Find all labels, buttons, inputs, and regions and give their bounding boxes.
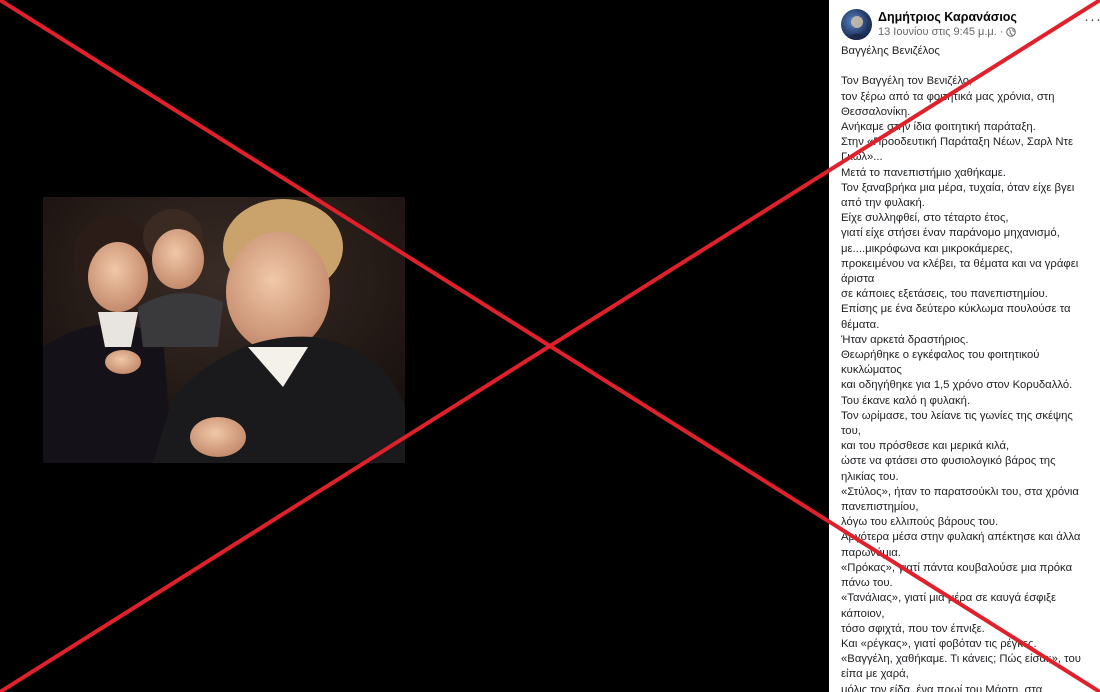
post-text-line: πάνω του. bbox=[841, 577, 893, 590]
post-text-line: Θεσσαλονίκη. bbox=[841, 105, 911, 118]
post-text-line: Αργότερα μέσα στην φυλακή απέκτησε και ά… bbox=[841, 531, 1081, 544]
post-text-line: Και «ρέγκας», γιατί φοβόταν τις ρέγκες. bbox=[841, 637, 1037, 650]
post-text-line: Στην «Προοδευτική Παράταξη Νέων, Σαρλ Ντ… bbox=[841, 136, 1074, 149]
post-text-line: «Πρόκας», γιατί πάντα κουβαλούσε μια πρό… bbox=[841, 561, 1073, 574]
post-meta: 13 Ιουνίου στις 9:45 μ.μ. · bbox=[878, 26, 1017, 38]
post-title: Βαγγέλης Βενιζέλος bbox=[841, 45, 940, 57]
more-options-icon[interactable]: ··· bbox=[1083, 12, 1100, 33]
photo-viewer bbox=[0, 0, 829, 692]
post-text-line: με....μικρόφωνα και μικροκάμερες, bbox=[841, 242, 1013, 255]
post-text-line: Είχε συλληφθεί, στο τέταρτο έτος, bbox=[841, 212, 1009, 225]
post-body: Βαγγέλης Βενιζέλος Τον Βαγγέλη τον Βενιζ… bbox=[841, 44, 1099, 692]
post-sidebar: Δημήτριος Καρανάσιος 13 Ιουνίου στις 9:4… bbox=[829, 0, 1100, 692]
post-text-line: Μετά το πανεπιστήμιο χαθήκαμε. bbox=[841, 166, 1006, 179]
post-text-line: ηλικίας του. bbox=[841, 470, 899, 483]
author-name[interactable]: Δημήτριος Καρανάσιος bbox=[878, 10, 1017, 24]
post-text-line: Επίσης με ένα δεύτερο κύκλωμα πουλούσε τ… bbox=[841, 303, 1071, 316]
post-text-line: άριστα bbox=[841, 273, 875, 286]
post-text-line: ώστε να φτάσει στο φυσιολογικό βάρος της bbox=[841, 455, 1056, 468]
post-text-line: Τον ξαναβρήκα μια μέρα, τυχαία, όταν είχ… bbox=[841, 181, 1075, 194]
post-text-line: σε κάποιες εξετάσεις, του πανεπιστημίου. bbox=[841, 288, 1048, 301]
post-text-line: πανεπιστημίου, bbox=[841, 501, 919, 514]
post-text-line: Γκωλ»... bbox=[841, 151, 883, 164]
post-photo[interactable] bbox=[43, 197, 405, 463]
post-text-line: Ήταν αρκετά δραστήριος. bbox=[841, 333, 969, 346]
post-text-line: προκειμένου να κλέβει, τα θέματα και να … bbox=[841, 257, 1079, 270]
post-text-line: γιατί είχε στήσει έναν παράνομο μηχανισμ… bbox=[841, 227, 1060, 240]
post-text-line: κυκλώματος bbox=[841, 364, 902, 377]
globe-icon bbox=[1006, 27, 1017, 37]
post-text-line: μόλις τον είδα, ένα πρωί του Μάρτη, στα bbox=[841, 683, 1043, 692]
post-timestamp[interactable]: 13 Ιουνίου στις 9:45 μ.μ. bbox=[878, 26, 997, 38]
post-text-line: λόγω του ελλιπούς βάρους του. bbox=[841, 516, 999, 529]
photo-illustration bbox=[43, 197, 405, 463]
post-text-line: τόσο σφιχτά, που τον έπνιξε. bbox=[841, 622, 985, 635]
post-text-line: από την φυλακή. bbox=[841, 197, 925, 210]
post-text-line: «Τανάλιας», γιατί μια μέρα σε καυγά έσφι… bbox=[841, 592, 1057, 605]
post-text-line: Τον Βαγγέλη τον Βενιζέλο, bbox=[841, 75, 973, 88]
post-text-line: παρωνύμια. bbox=[841, 546, 901, 559]
post-text-line: «Βαγγέλη, χαθήκαμε. Τι κάνεις; Πώς είσαι… bbox=[841, 653, 1081, 666]
post-text-line: του, bbox=[841, 425, 861, 438]
post-text-line: τον ξέρω από τα φοιτητικά μας χρόνια, στ… bbox=[841, 90, 1055, 103]
post-text-line: θέματα. bbox=[841, 318, 880, 331]
avatar[interactable] bbox=[841, 9, 872, 40]
post-text-line: κάποιον, bbox=[841, 607, 885, 620]
post-text-line: «Στύλος», ήταν το παρατσούκλι του, στα χ… bbox=[841, 485, 1079, 498]
avatar-image bbox=[845, 16, 869, 40]
meta-separator: · bbox=[999, 26, 1004, 38]
post-text-line: είπα με χαρά, bbox=[841, 668, 909, 681]
post-text-line: και οδηγήθηκε για 1,5 χρόνο στον Κορυδαλ… bbox=[841, 379, 1073, 392]
post-text-line: και του πρόσθεσε και μερικά κιλά, bbox=[841, 440, 1010, 453]
post-text-line: Ανήκαμε στην ίδια φοιτητική παράταξη. bbox=[841, 121, 1036, 133]
post-text-line: Θεωρήθηκε ο εγκέφαλος του φοιτητικού bbox=[841, 349, 1040, 362]
post-text: Τον Βαγγέλη τον Βενιζέλο, τον ξέρω από τα… bbox=[841, 74, 1099, 692]
post-text-line: Τον ωρίμασε, του λείανε τις γωνίες της σ… bbox=[841, 409, 1073, 422]
post-text-line: Του έκανε καλό η φυλακή. bbox=[841, 394, 971, 407]
post-header: Δημήτριος Καρανάσιος 13 Ιουνίου στις 9:4… bbox=[841, 9, 1100, 41]
